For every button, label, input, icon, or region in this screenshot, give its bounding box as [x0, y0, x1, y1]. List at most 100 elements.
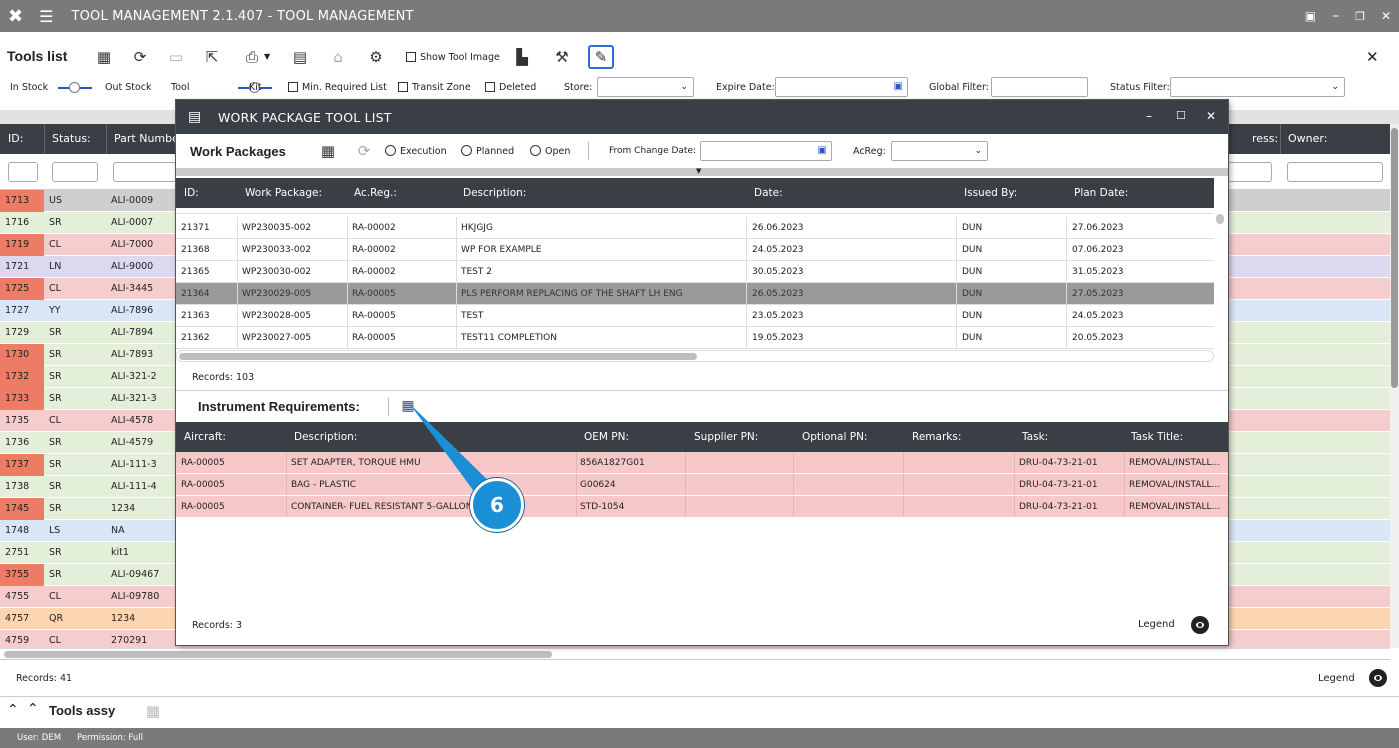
ir-col-supplier[interactable]: Supplier PN:	[694, 431, 758, 443]
tool-kit-icon[interactable]: ⚒	[552, 47, 572, 67]
from-change-date-input[interactable]: ▣	[700, 141, 832, 161]
open-radio[interactable]	[530, 145, 541, 157]
wp-table-row[interactable]: 21365 WP230030-002 RA-00002 TEST 2 30.05.202…	[176, 261, 1214, 283]
grid-vertical-scrollbar[interactable]	[1390, 124, 1399, 648]
wp-col-issued[interactable]: Issued By:	[964, 187, 1017, 199]
expire-date-input[interactable]: ▣	[775, 77, 908, 97]
dialog-legend-eye-icon[interactable]	[1191, 616, 1209, 634]
assy-calculator-icon[interactable]: ▦	[143, 701, 163, 721]
ir-col-oem[interactable]: OEM PN:	[584, 431, 629, 443]
ir-cell-oem: 856A1827G01	[580, 458, 645, 468]
min-required-checkbox[interactable]	[288, 82, 298, 93]
cell-status: SR	[49, 459, 62, 470]
wp-table-row[interactable]: 21363 WP230028-005 RA-00005 TEST 23.05.2023 D…	[176, 305, 1214, 327]
transit-zone-checkbox[interactable]	[398, 82, 408, 93]
cell-status: SR	[49, 481, 62, 492]
wp-refresh-icon[interactable]: ⟳	[354, 141, 374, 161]
print-dropdown-icon[interactable]: ▼	[264, 52, 270, 61]
minimize-icon[interactable]: –	[1332, 8, 1339, 24]
acreg-select[interactable]: ⌄	[891, 141, 988, 161]
wp-calculator-icon[interactable]: ▦	[318, 141, 338, 161]
wp-table-row[interactable]: 21362 WP230027-005 RA-00005 TEST11 COMPLETI…	[176, 327, 1214, 349]
in-stock-label: In Stock	[10, 82, 49, 93]
global-filter-input[interactable]	[991, 77, 1088, 97]
hamburger-menu-icon[interactable]: ☰	[39, 7, 53, 26]
cell-id: 1733	[5, 393, 30, 404]
wp-grid-header: ID: Work Package: Ac.Reg.: Description: …	[176, 178, 1214, 208]
execution-radio[interactable]	[385, 145, 396, 157]
wp-col-plan[interactable]: Plan Date:	[1074, 187, 1128, 199]
dialog-minimize-icon[interactable]: –	[1146, 109, 1152, 123]
filter-progress-input[interactable]	[1228, 162, 1272, 182]
clipboard-icon[interactable]: ▤	[290, 47, 310, 67]
wp-table-row[interactable]: 21371 WP230035-002 RA-00002 HKJGJG 26.06.202…	[176, 217, 1214, 239]
feedback-icon[interactable]: ▣	[1305, 9, 1316, 23]
status-filter-select[interactable]: ⌄	[1170, 77, 1345, 97]
home-icon[interactable]: ⌂	[328, 47, 348, 67]
calendar-icon[interactable]: ▣	[818, 145, 827, 156]
wp-cell-wp: WP230033-002	[242, 245, 312, 255]
clipboard-icon: ▤	[188, 109, 202, 125]
wp-table-row[interactable]: 21368 WP230033-002 RA-00002 WP FOR EXAMPLE 2…	[176, 239, 1214, 261]
settings-box-icon[interactable]: ⚙	[366, 47, 386, 67]
dialog-close-icon[interactable]: ✕	[1206, 109, 1216, 123]
close-icon[interactable]: ✕	[1381, 9, 1391, 23]
cell-id: 1727	[5, 305, 30, 316]
wp-col-acreg[interactable]: Ac.Reg.:	[354, 187, 397, 199]
stock-toggle[interactable]	[58, 82, 92, 93]
cell-part: ALI-3445	[111, 283, 154, 294]
ir-table-row[interactable]: RA-00005 BAG - PLASTIC G00624 DRU-04-73-21-…	[176, 474, 1228, 496]
wp-col-desc[interactable]: Description:	[463, 187, 526, 199]
export-icon[interactable]: ⇱	[202, 47, 222, 67]
wp-col-id[interactable]: ID:	[184, 187, 199, 199]
wp-horizontal-scrollbar[interactable]	[176, 350, 1214, 362]
col-progress-header[interactable]: ress:	[1252, 132, 1278, 145]
wp-table-row[interactable]: 21364 WP230029-005 RA-00005 PLS PERFORM REP…	[176, 283, 1214, 305]
out-stock-label: Out Stock	[105, 82, 152, 93]
col-status-header[interactable]: Status:	[52, 132, 91, 145]
archive-icon[interactable]: ▭	[166, 47, 186, 67]
collapse-all-icon[interactable]: ⌃	[27, 701, 39, 717]
ir-table-row[interactable]: RA-00005 SET ADAPTER, TORQUE HMU 856A1827G…	[176, 452, 1228, 474]
ir-col-optional[interactable]: Optional PN:	[802, 431, 867, 443]
close-panel-icon[interactable]: ✕	[1366, 48, 1379, 66]
refresh-icon[interactable]: ⟳	[130, 47, 150, 67]
wp-cell-id: 21364	[181, 289, 210, 299]
tools-icon[interactable]: ✖	[8, 6, 23, 27]
store-select[interactable]: ⌄	[597, 77, 694, 97]
chevron-down-icon[interactable]: ▼	[696, 167, 701, 175]
ir-col-desc[interactable]: Description:	[294, 431, 357, 443]
ir-table-row[interactable]: RA-00005 CONTAINER- FUEL RESISTANT 5-GALL…	[176, 496, 1228, 518]
wp-cell-plan: 20.05.2023	[1072, 333, 1124, 343]
show-tool-image-checkbox[interactable]	[406, 52, 416, 63]
filter-owner-input[interactable]	[1287, 162, 1383, 182]
collapse-handle[interactable]: ▼	[176, 167, 1228, 176]
cell-status: SR	[49, 217, 62, 228]
wp-vertical-scrollbar[interactable]	[1214, 208, 1226, 352]
truck-icon[interactable]: ▙	[512, 47, 532, 67]
ir-col-aircraft[interactable]: Aircraft:	[184, 431, 226, 443]
wp-col-date[interactable]: Date:	[754, 187, 783, 199]
print-icon[interactable]: ⎙	[242, 47, 262, 67]
filter-status-input[interactable]	[52, 162, 98, 182]
filter-part-input[interactable]	[113, 162, 183, 182]
ir-col-task[interactable]: Task:	[1022, 431, 1048, 443]
calculator-icon[interactable]: ▦	[94, 47, 114, 67]
restore-icon[interactable]: ❐	[1355, 10, 1365, 23]
grid-horizontal-scrollbar[interactable]	[0, 648, 1390, 660]
collapse-up-icon[interactable]: ⌃	[7, 702, 19, 718]
planned-radio[interactable]	[461, 145, 472, 157]
acreg-label: AcReg:	[853, 146, 886, 157]
filter-id-input[interactable]	[8, 162, 38, 182]
ir-col-tasktitle[interactable]: Task Title:	[1131, 431, 1183, 443]
dialog-maximize-icon[interactable]: ☐	[1176, 109, 1186, 122]
col-owner-header[interactable]: Owner:	[1288, 132, 1327, 145]
wp-col-wp[interactable]: Work Package:	[245, 187, 322, 199]
ir-col-remarks[interactable]: Remarks:	[912, 431, 961, 443]
calendar-icon[interactable]: ▣	[894, 81, 903, 92]
col-part-header[interactable]: Part Number	[114, 132, 183, 145]
col-id-header[interactable]: ID:	[8, 132, 23, 145]
work-package-tool-list-button[interactable]: ✎	[588, 45, 614, 69]
deleted-checkbox[interactable]	[485, 82, 495, 93]
legend-eye-icon[interactable]	[1369, 669, 1387, 687]
